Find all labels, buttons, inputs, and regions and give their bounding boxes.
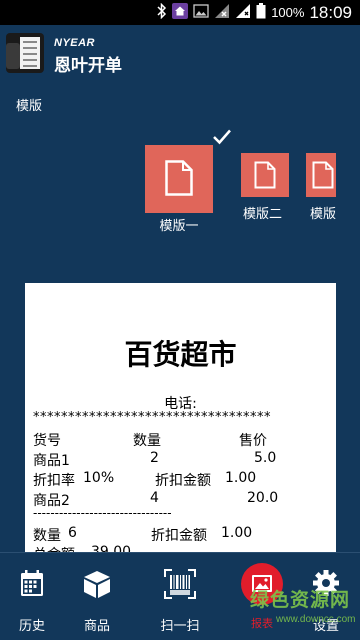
discount-amount-label: 折扣金额 bbox=[155, 473, 211, 489]
document-icon bbox=[254, 161, 276, 189]
discount-row: 折扣率 10% 折扣金额 1.00 bbox=[33, 470, 333, 490]
summary-qty: 6 bbox=[68, 525, 77, 541]
battery-percentage: 100% bbox=[271, 5, 305, 20]
receipt-preview: 百货超市 电话: *******************************… bbox=[25, 283, 336, 553]
barcode-icon bbox=[164, 569, 196, 599]
document-icon bbox=[312, 161, 334, 189]
template-option-3[interactable]: 模版三 bbox=[306, 153, 336, 222]
watermark-url: www.downcc.com bbox=[276, 614, 356, 625]
nav-scan[interactable]: 扫一扫 bbox=[150, 553, 210, 640]
summary-row: 数量 6 折扣金额 1.00 bbox=[33, 525, 333, 545]
nav-label: 扫一扫 bbox=[160, 619, 200, 634]
brand-name: NYEAR bbox=[54, 37, 96, 49]
item-price: 5.0 bbox=[254, 450, 277, 466]
status-bar: 100% 18:09 bbox=[0, 0, 360, 25]
bluetooth-icon bbox=[157, 2, 167, 23]
summary-discount: 1.00 bbox=[221, 525, 253, 541]
wifi-x-icon bbox=[214, 3, 230, 23]
template-label: 模版一 bbox=[159, 219, 199, 234]
item-row: 商品1 2 5.0 bbox=[33, 450, 333, 470]
column-header: 货号 bbox=[33, 433, 61, 449]
template-tile bbox=[306, 153, 336, 197]
template-tile bbox=[145, 145, 213, 213]
document-icon bbox=[165, 160, 193, 196]
item-name: 商品1 bbox=[33, 453, 70, 469]
selected-check-icon bbox=[212, 128, 232, 150]
column-header: 售价 bbox=[239, 433, 267, 449]
app-logo bbox=[6, 33, 44, 73]
shop-name: 百货超市 bbox=[124, 338, 237, 371]
dashes-divider: -------------------------------- bbox=[33, 506, 172, 520]
summary-qty-label: 数量 bbox=[33, 528, 61, 544]
nav-label: 历史 bbox=[18, 619, 45, 634]
watermark: 绿色资源网 www.downcc.com bbox=[250, 585, 360, 635]
status-icons: 100% 18:09 bbox=[157, 2, 352, 23]
app-header: NYEAR 恩叶开单 bbox=[0, 25, 360, 83]
summary-discount-label: 折扣金额 bbox=[151, 528, 207, 544]
item-price: 20.0 bbox=[247, 490, 279, 506]
discount-rate: 10% bbox=[83, 470, 115, 486]
template-label: 模版三 bbox=[310, 207, 336, 222]
nav-history[interactable]: 历史 bbox=[2, 553, 62, 640]
template-tile bbox=[241, 153, 289, 197]
template-option-2[interactable]: 模版二 bbox=[241, 153, 289, 222]
calendar-icon bbox=[21, 570, 43, 596]
column-header-row: 货号 数量 售价 bbox=[33, 430, 333, 450]
item-qty: 4 bbox=[150, 490, 159, 506]
watermark-text: 绿色资源网 bbox=[250, 589, 351, 611]
discount-rate-label: 折扣率 bbox=[33, 473, 75, 489]
template-label: 模版二 bbox=[242, 207, 282, 222]
app-title: 恩叶开单 bbox=[54, 56, 122, 76]
image-notification-icon bbox=[193, 3, 209, 23]
box-icon bbox=[84, 571, 110, 598]
signal-icon bbox=[235, 3, 251, 23]
nav-label: 商品 bbox=[83, 619, 110, 634]
template-option-1[interactable]: 模版一 bbox=[145, 145, 213, 234]
battery-icon bbox=[256, 2, 266, 23]
nav-goods[interactable]: 商品 bbox=[67, 553, 127, 640]
stars-divider: ********************************** bbox=[33, 410, 271, 425]
discount-amount: 1.00 bbox=[225, 470, 257, 486]
column-header: 数量 bbox=[133, 433, 161, 449]
templates-section-label: 模版 bbox=[16, 99, 43, 114]
home-notification-icon bbox=[172, 2, 189, 23]
item-qty: 2 bbox=[150, 450, 159, 466]
clock: 18:09 bbox=[309, 2, 352, 22]
